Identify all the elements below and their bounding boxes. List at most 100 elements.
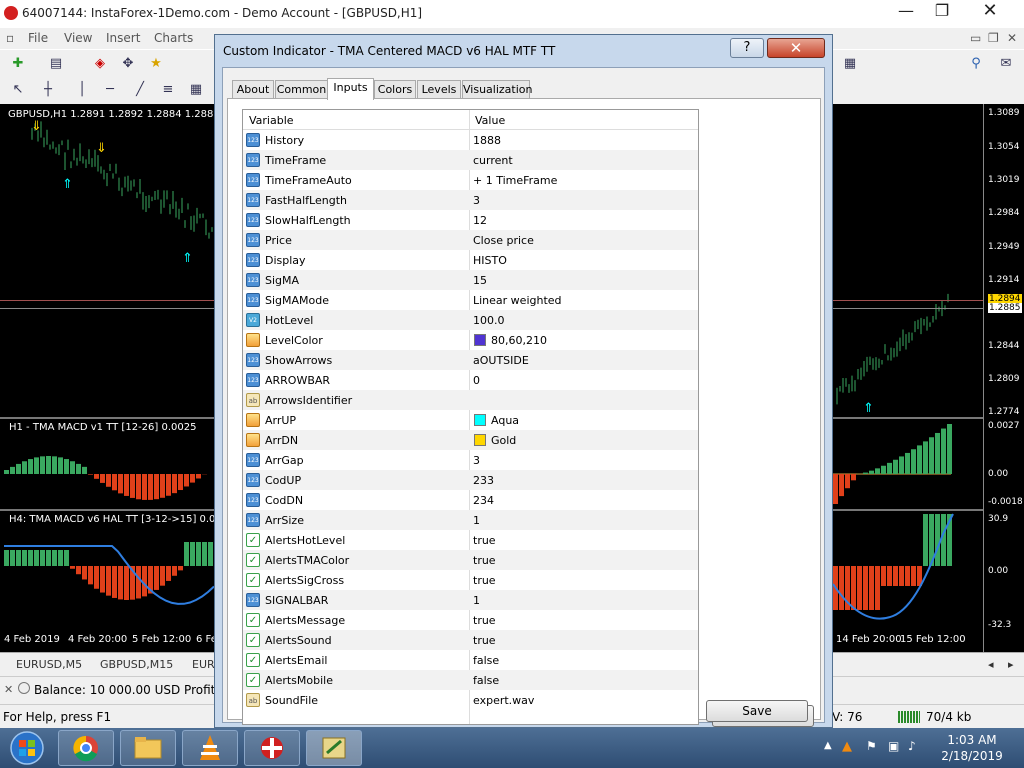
input-row[interactable]: ✓ AlertsSigCross true: [243, 570, 698, 590]
price-axis[interactable]: 1.3089 1.3054 1.3019 1.2984 1.2949 1.291…: [983, 104, 1024, 652]
crosshair-icon[interactable]: ┼: [38, 80, 58, 100]
vlc-taskbar-button[interactable]: [182, 730, 238, 766]
menu-view[interactable]: View: [64, 31, 92, 45]
input-row[interactable]: LevelColor 80,60,210: [243, 330, 698, 350]
input-row[interactable]: 123 ARROWBAR 0: [243, 370, 698, 390]
input-value[interactable]: true: [473, 634, 496, 647]
symbol-tab[interactable]: GBPUSD,M15: [100, 658, 173, 671]
chrome-taskbar-button[interactable]: [58, 730, 114, 766]
input-value[interactable]: 12: [473, 214, 487, 227]
clock[interactable]: 1:03 AM 2/18/2019: [930, 732, 1014, 764]
input-row[interactable]: V2 HotLevel 100.0: [243, 310, 698, 330]
input-row[interactable]: ✓ AlertsSound true: [243, 630, 698, 650]
input-row[interactable]: ✓ AlertsEmail false: [243, 650, 698, 670]
input-value[interactable]: true: [473, 534, 496, 547]
close-button[interactable]: ✕: [960, 0, 1020, 24]
input-row[interactable]: ✓ AlertsTMAColor true: [243, 550, 698, 570]
input-row[interactable]: 123 SigMA 15: [243, 270, 698, 290]
mt4-taskbar-button[interactable]: [244, 730, 300, 766]
input-value[interactable]: + 1 TimeFrame: [473, 174, 557, 187]
input-value[interactable]: 234: [473, 494, 494, 507]
minimize-button[interactable]: —: [886, 0, 926, 24]
symbol-tab[interactable]: EURUSD,M5: [16, 658, 82, 671]
input-value[interactable]: true: [473, 554, 496, 567]
input-row[interactable]: 123 CodDN 234: [243, 490, 698, 510]
tab-visualization[interactable]: Visualization: [462, 80, 532, 99]
tab-inputs[interactable]: Inputs: [327, 78, 374, 100]
input-value[interactable]: 0: [473, 374, 480, 387]
color-swatch[interactable]: [474, 414, 486, 426]
input-row[interactable]: 123 ArrSize 1: [243, 510, 698, 530]
input-row[interactable]: 123 ArrGap 3: [243, 450, 698, 470]
tray-network-icon[interactable]: ▣: [888, 739, 899, 753]
navigator-icon[interactable]: ✥: [118, 54, 138, 74]
input-value[interactable]: true: [473, 614, 496, 627]
input-value[interactable]: Aqua: [491, 414, 519, 427]
favorites-icon[interactable]: ★: [146, 54, 166, 74]
menu-file[interactable]: File: [28, 31, 48, 45]
profiles-icon[interactable]: ▤: [46, 54, 66, 74]
input-value[interactable]: current: [473, 154, 513, 167]
input-value[interactable]: false: [473, 654, 499, 667]
input-row[interactable]: 123 SlowHalfLength 12: [243, 210, 698, 230]
horizontal-line-icon[interactable]: ─: [100, 80, 120, 100]
column-header-variable[interactable]: Variable: [249, 114, 294, 127]
dialog-taskbar-button[interactable]: [306, 730, 362, 766]
tab-levels[interactable]: Levels: [417, 80, 461, 99]
menu-icon[interactable]: ▫: [6, 31, 14, 45]
explorer-taskbar-button[interactable]: [120, 730, 176, 766]
input-row[interactable]: 123 Price Close price: [243, 230, 698, 250]
child-close-icon[interactable]: ✕: [1007, 31, 1017, 45]
start-button[interactable]: [2, 729, 52, 767]
scroll-left-icon[interactable]: ◂: [988, 658, 994, 671]
tab-colors[interactable]: Colors: [374, 80, 416, 99]
market-watch-icon[interactable]: ◈: [90, 54, 110, 74]
input-value[interactable]: 1: [473, 594, 480, 607]
text-tools-icon[interactable]: ▦: [186, 80, 206, 100]
input-row[interactable]: 123 History 1888: [243, 130, 698, 150]
input-value[interactable]: true: [473, 574, 496, 587]
input-row[interactable]: 123 ShowArrows aOUTSIDE: [243, 350, 698, 370]
input-row[interactable]: ab ArrowsIdentifier: [243, 390, 698, 410]
tab-common[interactable]: Common: [275, 80, 328, 99]
color-swatch[interactable]: [474, 334, 486, 346]
vertical-line-icon[interactable]: │: [72, 80, 92, 100]
chart-type-icon[interactable]: ▦: [840, 54, 860, 74]
terminal-close-icon[interactable]: ✕: [4, 683, 13, 696]
input-value[interactable]: Gold: [491, 434, 516, 447]
menu-charts[interactable]: Charts: [154, 31, 193, 45]
input-value[interactable]: 15: [473, 274, 487, 287]
input-value[interactable]: 1: [473, 514, 480, 527]
input-value[interactable]: 80,60,210: [491, 334, 547, 347]
input-row[interactable]: ArrUP Aqua: [243, 410, 698, 430]
input-value[interactable]: expert.wav: [473, 694, 534, 707]
column-header-value[interactable]: Value: [475, 114, 505, 127]
input-row[interactable]: ArrDN Gold: [243, 430, 698, 450]
input-value[interactable]: Linear weighted: [473, 294, 562, 307]
input-row[interactable]: 123 SIGNALBAR 1: [243, 590, 698, 610]
input-row[interactable]: 123 CodUP 233: [243, 470, 698, 490]
color-swatch[interactable]: [474, 434, 486, 446]
input-value[interactable]: aOUTSIDE: [473, 354, 529, 367]
tray-vlc-icon[interactable]: ▲: [842, 739, 852, 754]
tray-expand-icon[interactable]: ▲: [824, 740, 832, 751]
input-row[interactable]: ✓ AlertsMessage true: [243, 610, 698, 630]
input-row[interactable]: ✓ AlertsMobile false: [243, 670, 698, 690]
cursor-icon[interactable]: ↖: [8, 80, 28, 100]
input-value[interactable]: 1888: [473, 134, 501, 147]
input-row[interactable]: 123 FastHalfLength 3: [243, 190, 698, 210]
save-button[interactable]: Save: [706, 700, 808, 722]
tray-flag-icon[interactable]: ⚑: [866, 739, 877, 753]
input-value[interactable]: 3: [473, 194, 480, 207]
maximize-button[interactable]: ❐: [926, 0, 958, 24]
input-row[interactable]: ✓ AlertsHotLevel true: [243, 530, 698, 550]
input-value[interactable]: HISTO: [473, 254, 507, 267]
child-minimize-icon[interactable]: ▭: [970, 31, 981, 45]
help-button[interactable]: ?: [730, 38, 764, 58]
fibonacci-icon[interactable]: ≡: [158, 80, 178, 100]
search-icon[interactable]: ⚲: [966, 54, 986, 74]
input-row[interactable]: 123 SigMAMode Linear weighted: [243, 290, 698, 310]
child-restore-icon[interactable]: ❐: [988, 31, 999, 45]
input-value[interactable]: 233: [473, 474, 494, 487]
dialog-close-button[interactable]: ✕: [767, 38, 825, 58]
